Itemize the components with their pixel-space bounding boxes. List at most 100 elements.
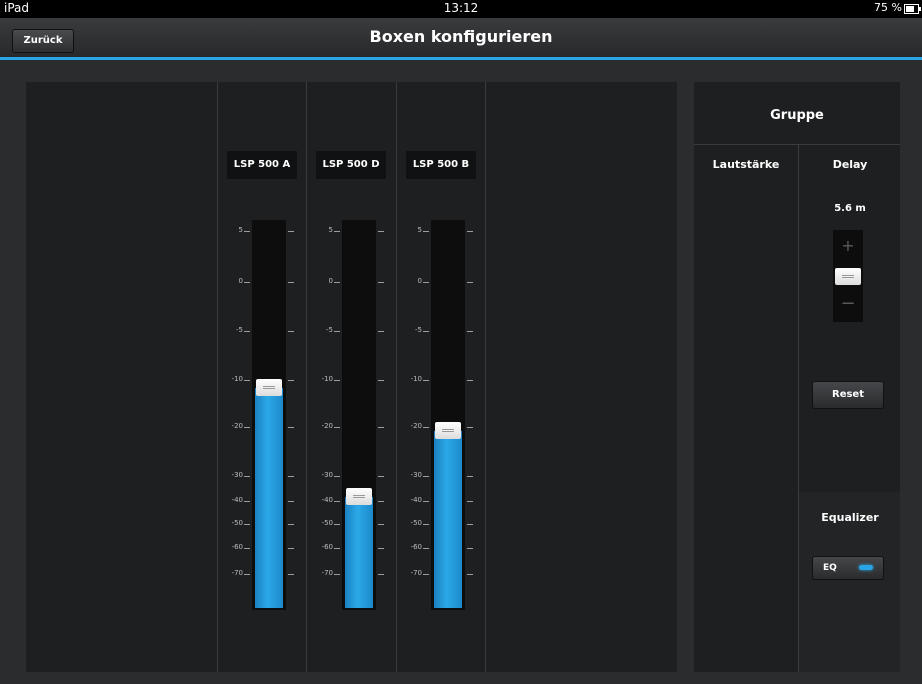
scale-label: -20: [321, 422, 333, 430]
scale-tick: [334, 331, 340, 332]
scale-tick: [378, 282, 384, 283]
scale-tick: [334, 548, 340, 549]
scale-label: -60: [321, 543, 333, 551]
scale-tick: [467, 380, 473, 381]
scale-tick: [467, 282, 473, 283]
scale-tick: [334, 427, 340, 428]
eq-label: EQ: [823, 563, 837, 573]
scale-label: -70: [410, 569, 422, 577]
minus-icon[interactable]: −: [833, 293, 863, 314]
volume-header: Lautstärke: [712, 158, 780, 171]
scale-tick: [423, 331, 429, 332]
scale-tick: [334, 501, 340, 502]
scale-tick: [288, 548, 294, 549]
scale-label: -20: [410, 422, 422, 430]
scale-tick: [423, 476, 429, 477]
scale-tick: [244, 231, 250, 232]
speaker-b-slider-fill: [434, 430, 462, 608]
status-bar: iPad 13:12 75 %: [0, 0, 922, 18]
scale-tick: [378, 548, 384, 549]
scale-label: -20: [231, 422, 243, 430]
scale-tick: [467, 501, 473, 502]
battery-icon: [904, 4, 921, 14]
column-divider: [485, 82, 486, 672]
scale-tick: [334, 380, 340, 381]
scale-tick: [288, 574, 294, 575]
scale-label: -50: [410, 519, 422, 527]
scale-tick: [288, 380, 294, 381]
scale-tick: [334, 476, 340, 477]
scale-label: 5: [417, 226, 422, 234]
nav-bar: Zurück Boxen konfigurieren: [0, 18, 922, 60]
group-divider: [694, 144, 900, 145]
scale-tick: [423, 231, 429, 232]
accent-line: [0, 57, 922, 60]
equalizer-title: Equalizer: [821, 511, 879, 524]
scale-tick: [378, 331, 384, 332]
speaker-d-slider-knob[interactable]: [346, 487, 372, 505]
scale-label: -5: [236, 326, 243, 334]
scale-tick: [334, 282, 340, 283]
scale-label: -5: [326, 326, 333, 334]
scale-label: 5: [238, 226, 243, 234]
eq-toggle[interactable]: EQ: [812, 556, 884, 580]
scale-tick: [378, 231, 384, 232]
scale-tick: [378, 574, 384, 575]
scale-tick: [244, 380, 250, 381]
scale-tick: [423, 501, 429, 502]
group-title: Gruppe: [770, 108, 824, 123]
delay-header: Delay: [832, 158, 868, 171]
speaker-label-b: LSP 500 B: [406, 151, 476, 179]
speaker-d-slider-fill: [345, 496, 373, 608]
scale-label: -30: [321, 471, 333, 479]
scale-tick: [288, 282, 294, 283]
delay-knob[interactable]: [835, 268, 861, 285]
speaker-a-slider-knob[interactable]: [256, 378, 282, 396]
scale-label: -10: [410, 375, 422, 383]
scale-tick: [467, 231, 473, 232]
scale-tick: [334, 574, 340, 575]
scale-label: -30: [231, 471, 243, 479]
scale-tick: [244, 574, 250, 575]
scale-tick: [467, 574, 473, 575]
scale-tick: [423, 282, 429, 283]
scale-tick: [423, 380, 429, 381]
scale-tick: [288, 501, 294, 502]
scale-tick: [467, 331, 473, 332]
scale-label: -40: [231, 496, 243, 504]
speaker-a-slider-fill: [255, 387, 283, 608]
eq-indicator-icon: [859, 565, 873, 570]
scale-label: -30: [410, 471, 422, 479]
scale-tick: [244, 427, 250, 428]
delay-value: 5.6 m: [834, 203, 866, 214]
scale-tick: [288, 524, 294, 525]
scale-tick: [467, 476, 473, 477]
scale-label: -70: [321, 569, 333, 577]
scale-label: -5: [415, 326, 422, 334]
scale-label: 0: [238, 277, 243, 285]
scale-tick: [378, 427, 384, 428]
scale-tick: [467, 524, 473, 525]
scale-label: -10: [321, 375, 333, 383]
scale-tick: [378, 501, 384, 502]
clock: 13:12: [443, 1, 479, 15]
scale-tick: [334, 524, 340, 525]
scale-tick: [423, 574, 429, 575]
speaker-b-slider-knob[interactable]: [435, 421, 461, 439]
plus-icon[interactable]: +: [833, 236, 863, 255]
scale-tick: [288, 476, 294, 477]
scale-tick: [288, 231, 294, 232]
page-title: Boxen konfigurieren: [369, 27, 553, 46]
scale-tick: [244, 331, 250, 332]
scale-label: 0: [328, 277, 333, 285]
scale-tick: [244, 282, 250, 283]
scale-label: -40: [321, 496, 333, 504]
scale-tick: [378, 524, 384, 525]
scale-label: -70: [231, 569, 243, 577]
speaker-label-a: LSP 500 A: [227, 151, 297, 179]
reset-button[interactable]: Reset: [812, 381, 884, 409]
scale-label: -10: [231, 375, 243, 383]
scale-tick: [288, 331, 294, 332]
scale-tick: [423, 548, 429, 549]
scale-tick: [423, 524, 429, 525]
